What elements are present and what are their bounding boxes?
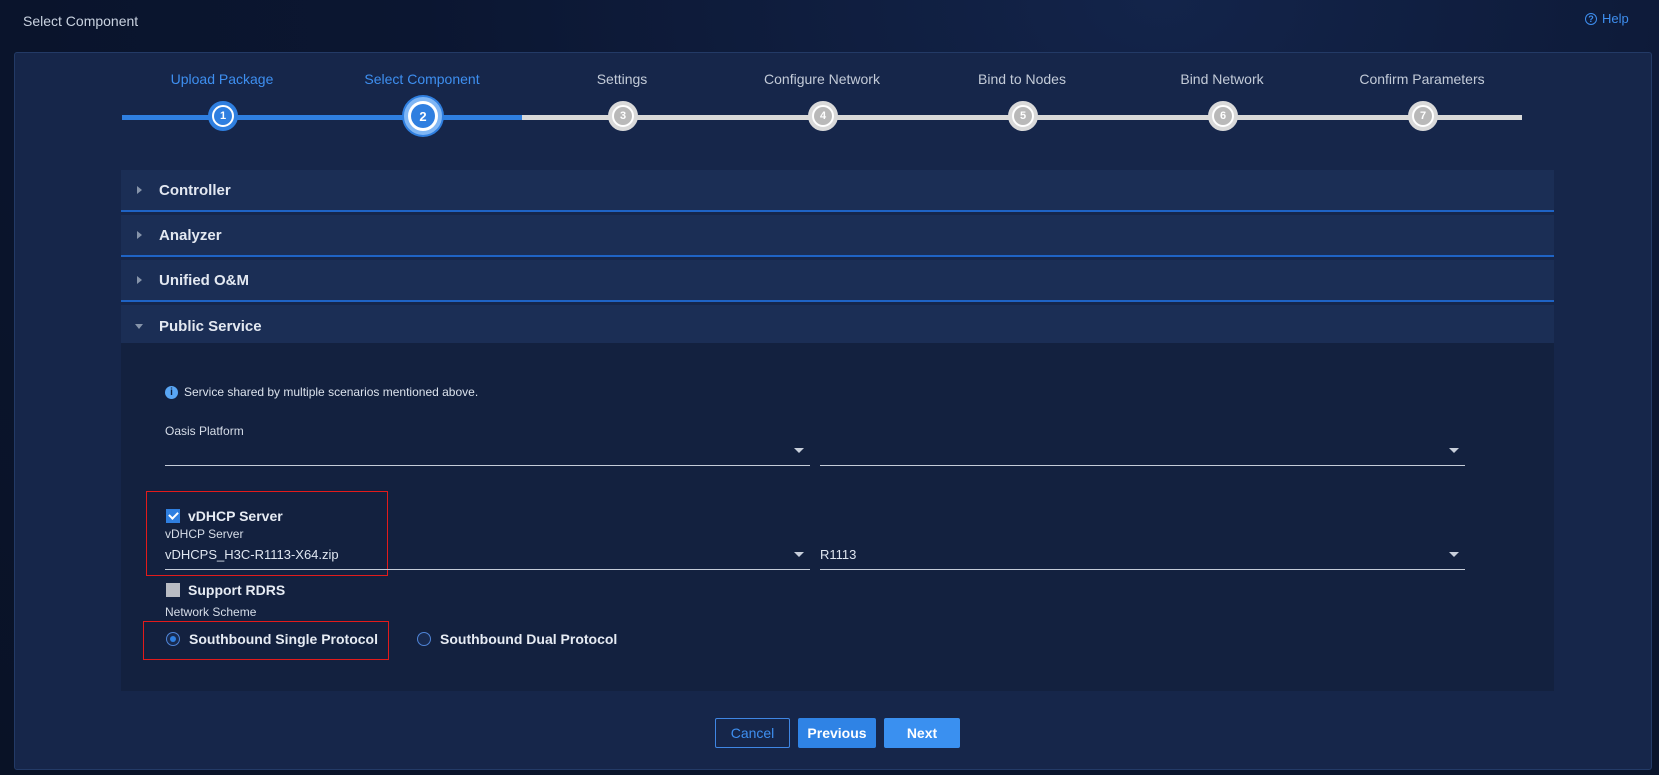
previous-button[interactable]: Previous (798, 718, 876, 748)
oasis-package-select[interactable] (165, 436, 810, 466)
info-message: i Service shared by multiple scenarios m… (165, 385, 478, 399)
step-number: 5 (1014, 107, 1032, 125)
step-label: Upload Package (170, 71, 274, 87)
section-public-service[interactable]: Public Service (121, 305, 1554, 347)
checkbox-checked-icon (166, 509, 180, 523)
chevron-down-icon (135, 323, 143, 329)
info-icon: i (165, 385, 178, 399)
step-marker: 3 (608, 101, 638, 131)
help-label: Help (1602, 11, 1629, 26)
step-marker: 7 (1408, 101, 1438, 131)
step-number: 4 (814, 107, 832, 125)
help-link[interactable]: ? Help (1585, 11, 1629, 26)
section-analyzer[interactable]: Analyzer (121, 215, 1554, 257)
step-marker: 1 (208, 101, 238, 131)
question-circle-icon: ? (1585, 12, 1597, 25)
step-label: Select Component (364, 71, 480, 87)
step-number: 7 (1414, 107, 1432, 125)
step-marker: 4 (808, 101, 838, 131)
support-rdrs-checkbox[interactable]: Support RDRS (166, 582, 285, 598)
select-value: vDHCPS_H3C-R1113-X64.zip (165, 547, 339, 562)
step-label: Confirm Parameters (1359, 71, 1485, 87)
step-bind-network[interactable]: Bind Network 6 (1122, 71, 1322, 141)
caret-down-icon (1449, 448, 1459, 453)
caret-down-icon (1449, 552, 1459, 557)
step-bind-to-nodes[interactable]: Bind to Nodes 5 (922, 71, 1122, 141)
info-text: Service shared by multiple scenarios men… (184, 385, 479, 399)
step-number: 2 (411, 104, 435, 128)
vdhcp-version-select[interactable]: R1113 (820, 540, 1465, 570)
step-label: Bind to Nodes (978, 71, 1066, 87)
step-upload-package[interactable]: Upload Package 1 (122, 71, 322, 141)
chevron-right-icon (137, 276, 142, 284)
vdhcp-server-label: vDHCP Server (165, 527, 244, 541)
next-button[interactable]: Next (884, 718, 960, 748)
step-confirm-parameters[interactable]: Confirm Parameters 7 (1322, 71, 1522, 141)
step-settings[interactable]: Settings 3 (522, 71, 722, 141)
section-controller[interactable]: Controller (121, 170, 1554, 212)
wizard-steps: Upload Package 1 Select Component 2 Sett… (122, 71, 1554, 141)
section-title: Analyzer (159, 226, 222, 244)
vdhcp-server-checkbox[interactable]: vDHCP Server (166, 508, 283, 524)
radio-selected-icon (166, 632, 180, 646)
chevron-right-icon (137, 186, 142, 194)
step-label: Configure Network (764, 71, 880, 87)
step-marker: 5 (1008, 101, 1038, 131)
section-unified-om[interactable]: Unified O&M (121, 260, 1554, 302)
step-number: 6 (1214, 107, 1232, 125)
checkbox-unchecked-icon (166, 583, 180, 597)
section-title: Public Service (159, 317, 262, 335)
cancel-button[interactable]: Cancel (715, 718, 790, 748)
checkbox-label: Support RDRS (188, 582, 286, 598)
step-number: 1 (214, 107, 232, 125)
step-number: 3 (614, 107, 632, 125)
caret-down-icon (794, 552, 804, 557)
step-configure-network[interactable]: Configure Network 4 (722, 71, 922, 141)
select-value: R1113 (820, 547, 857, 562)
radio-label: Southbound Single Protocol (189, 631, 378, 647)
step-marker: 2 (404, 97, 442, 135)
vdhcp-package-select[interactable]: vDHCPS_H3C-R1113-X64.zip (165, 540, 810, 570)
radio-southbound-dual-protocol[interactable]: Southbound Dual Protocol (417, 631, 617, 647)
section-title: Unified O&M (159, 271, 249, 289)
step-marker: 6 (1208, 101, 1238, 131)
network-scheme-label: Network Scheme (165, 605, 257, 619)
step-label: Bind Network (1180, 71, 1264, 87)
oasis-version-select[interactable] (820, 436, 1465, 466)
radio-unselected-icon (417, 632, 431, 646)
checkbox-label: vDHCP Server (188, 508, 283, 524)
radio-label: Southbound Dual Protocol (440, 631, 618, 647)
caret-down-icon (794, 448, 804, 453)
step-select-component[interactable]: Select Component 2 (322, 71, 522, 141)
step-label: Settings (596, 71, 648, 87)
page-title: Select Component (23, 13, 139, 29)
radio-southbound-single-protocol[interactable]: Southbound Single Protocol (166, 631, 378, 647)
section-title: Controller (159, 181, 231, 199)
chevron-right-icon (137, 231, 142, 239)
